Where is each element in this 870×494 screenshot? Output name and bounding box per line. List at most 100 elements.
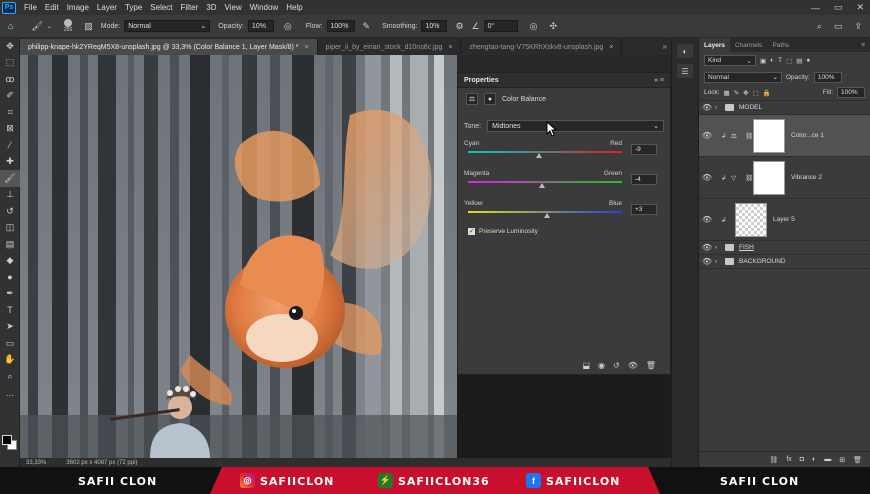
eraser-tool-icon[interactable]: ◫ bbox=[0, 220, 20, 237]
new-layer-icon[interactable]: ⊞ bbox=[839, 456, 845, 464]
menu-file[interactable]: File bbox=[20, 3, 41, 12]
slider-value-field[interactable]: -9 bbox=[631, 144, 657, 155]
link-icon[interactable]: ⛓ bbox=[745, 174, 753, 182]
chevron-right-icon[interactable]: › bbox=[715, 244, 725, 251]
type-tool-icon[interactable]: T bbox=[0, 302, 20, 319]
opacity-field[interactable]: 10% bbox=[247, 20, 274, 32]
close-icon[interactable]: × bbox=[305, 44, 309, 51]
zoom-tool-icon[interactable]: ⌕ bbox=[0, 368, 20, 385]
eye-icon[interactable]: 👁 bbox=[699, 215, 715, 224]
history-brush-icon[interactable]: ↺ bbox=[0, 203, 20, 220]
slider-thumb[interactable] bbox=[543, 213, 550, 218]
kind-filter-select[interactable]: Kind ⌄ bbox=[704, 55, 756, 66]
preserve-luminosity-checkbox[interactable]: ✓ bbox=[468, 228, 475, 235]
layer-5[interactable]: 👁 ↲ Layer 5 bbox=[699, 199, 870, 241]
slider-track[interactable] bbox=[468, 151, 622, 153]
eye-icon[interactable]: 👁 bbox=[699, 131, 715, 140]
tab-paths[interactable]: Paths bbox=[767, 38, 794, 52]
stamp-tool-icon[interactable]: ⊥ bbox=[0, 187, 20, 204]
menu-view[interactable]: View bbox=[221, 3, 246, 12]
close-icon[interactable]: ✕ bbox=[856, 2, 864, 13]
panel-menu-icon[interactable]: ≡ bbox=[861, 42, 865, 49]
blur-tool-icon[interactable]: ◆ bbox=[0, 253, 20, 270]
maximize-icon[interactable]: ▭ bbox=[834, 2, 843, 13]
filter-toggle-icon[interactable]: ● bbox=[806, 57, 810, 64]
gradient-tool-icon[interactable]: ▤ bbox=[0, 236, 20, 253]
menu-edit[interactable]: Edit bbox=[41, 3, 63, 12]
clip-to-layer-icon[interactable]: ⬓ bbox=[582, 361, 590, 370]
lock-position-icon[interactable]: ✥ bbox=[743, 89, 748, 97]
gear-icon[interactable]: ⚙ bbox=[455, 21, 463, 32]
smoothing-field[interactable]: 10% bbox=[421, 20, 448, 32]
brush-preset-picker[interactable]: 250 bbox=[64, 19, 72, 33]
preserve-luminosity-row[interactable]: ✓ Preserve Luminosity bbox=[458, 228, 670, 235]
pen-tool-icon[interactable]: ✒ bbox=[0, 286, 20, 303]
mask-icon[interactable]: ● bbox=[484, 93, 496, 105]
slider-value-field[interactable]: +3 bbox=[631, 204, 657, 215]
pressure-opacity-icon[interactable]: ◎ bbox=[284, 21, 292, 32]
trash-icon[interactable]: 🗑 bbox=[646, 361, 656, 370]
hand-tool-icon[interactable]: ✋ bbox=[0, 352, 20, 369]
layer-group-fish[interactable]: 👁 › FISH bbox=[699, 241, 870, 255]
menu-layer[interactable]: Layer bbox=[93, 3, 121, 12]
adjustments-panel-icon[interactable]: ☰ bbox=[677, 64, 693, 78]
pressure-size-icon[interactable]: ◎ bbox=[530, 21, 538, 32]
share-icon[interactable]: ⇪ bbox=[854, 21, 862, 32]
tab-philipp-knape[interactable]: philipp-knape-hk2YReqM5X8-unsplash.jpg @… bbox=[20, 39, 318, 55]
chevron-down-icon[interactable]: ⌄ bbox=[47, 23, 52, 30]
mode-select[interactable]: Normal ⌄ bbox=[124, 20, 211, 32]
menu-type[interactable]: Type bbox=[121, 3, 146, 12]
color-panel-icon[interactable]: ◐ bbox=[677, 44, 693, 58]
brush-tool-icon[interactable]: 🖌 bbox=[31, 21, 42, 32]
marquee-tool-icon[interactable]: ⬚ bbox=[0, 55, 20, 72]
view-previous-icon[interactable]: ◉ bbox=[598, 361, 605, 370]
layer-vibrance[interactable]: 👁 ↲ ▽ ⛓ Vibrance 2 bbox=[699, 157, 870, 199]
slider-thumb[interactable] bbox=[538, 183, 545, 188]
layer-mask-thumbnail[interactable] bbox=[753, 118, 785, 153]
layer-opacity-field[interactable]: 100% bbox=[813, 71, 842, 83]
filter-adjustment-icon[interactable]: ◐ bbox=[770, 57, 774, 64]
slider-track[interactable] bbox=[468, 181, 622, 183]
close-icon[interactable]: × bbox=[609, 44, 613, 51]
airbrush-icon[interactable]: ✎ bbox=[363, 21, 371, 32]
symmetry-icon[interactable]: ✣ bbox=[550, 21, 558, 32]
link-layers-icon[interactable]: ⛓ bbox=[769, 456, 778, 464]
zoom-level[interactable]: 33,33% bbox=[26, 460, 46, 466]
frame-tool-icon[interactable]: ⊠ bbox=[0, 121, 20, 138]
visibility-icon[interactable]: 👁 bbox=[628, 361, 638, 370]
lock-paint-icon[interactable]: ✎ bbox=[734, 89, 739, 97]
angle-field[interactable]: 0° bbox=[483, 20, 518, 32]
filter-pixel-icon[interactable]: ▣ bbox=[760, 57, 766, 65]
blend-mode-select[interactable]: Normal ⌄ bbox=[704, 71, 782, 83]
slider-value-field[interactable]: -4 bbox=[631, 174, 657, 185]
eyedropper-tool-icon[interactable]: ⁄ bbox=[0, 137, 20, 154]
search-icon[interactable]: ⌕ bbox=[817, 21, 822, 32]
menu-image[interactable]: Image bbox=[63, 3, 93, 12]
slider-yellow-blue[interactable]: Yellow Blue +3 bbox=[458, 200, 670, 222]
move-tool-icon[interactable]: ✥ bbox=[0, 38, 20, 55]
more-tabs-icon[interactable]: » bbox=[663, 42, 667, 51]
tab-channels[interactable]: Channels bbox=[730, 38, 767, 52]
tone-select[interactable]: Midtones ⌄ bbox=[487, 120, 664, 132]
panel-menu-icon[interactable]: » ≡ bbox=[654, 77, 664, 84]
eye-icon[interactable]: 👁 bbox=[699, 103, 715, 112]
layer-thumbnail[interactable] bbox=[735, 202, 767, 237]
menu-3d[interactable]: 3D bbox=[202, 3, 220, 12]
add-mask-icon[interactable]: ◘ bbox=[800, 456, 804, 463]
menu-filter[interactable]: Filter bbox=[177, 3, 203, 12]
layer-mask-thumbnail[interactable] bbox=[753, 160, 785, 195]
fill-field[interactable]: 100% bbox=[837, 87, 865, 98]
lock-artboard-icon[interactable]: ⬚ bbox=[753, 89, 759, 97]
chevron-right-icon[interactable]: › bbox=[715, 104, 725, 111]
crop-tool-icon[interactable]: ⌗ bbox=[0, 104, 20, 121]
new-adjustment-icon[interactable]: ◐ bbox=[812, 456, 816, 463]
slider-cyan-red[interactable]: Cyan Red -9 bbox=[458, 140, 670, 162]
more-tools-icon[interactable]: … bbox=[0, 385, 20, 402]
tab-piper[interactable]: piper_ii_by_eirian_stock_d10ns6c.jpg × bbox=[318, 39, 462, 55]
path-select-tool-icon[interactable]: ➤ bbox=[0, 319, 20, 336]
layer-color-balance[interactable]: 👁 ↲ ⚖ ⛓ Color...ce 1 bbox=[699, 115, 870, 157]
fx-icon[interactable]: fx bbox=[786, 456, 791, 463]
home-icon[interactable]: ⌂ bbox=[8, 21, 13, 31]
adjustment-icon[interactable]: ⚖ bbox=[466, 93, 478, 105]
menu-window[interactable]: Window bbox=[246, 3, 282, 12]
